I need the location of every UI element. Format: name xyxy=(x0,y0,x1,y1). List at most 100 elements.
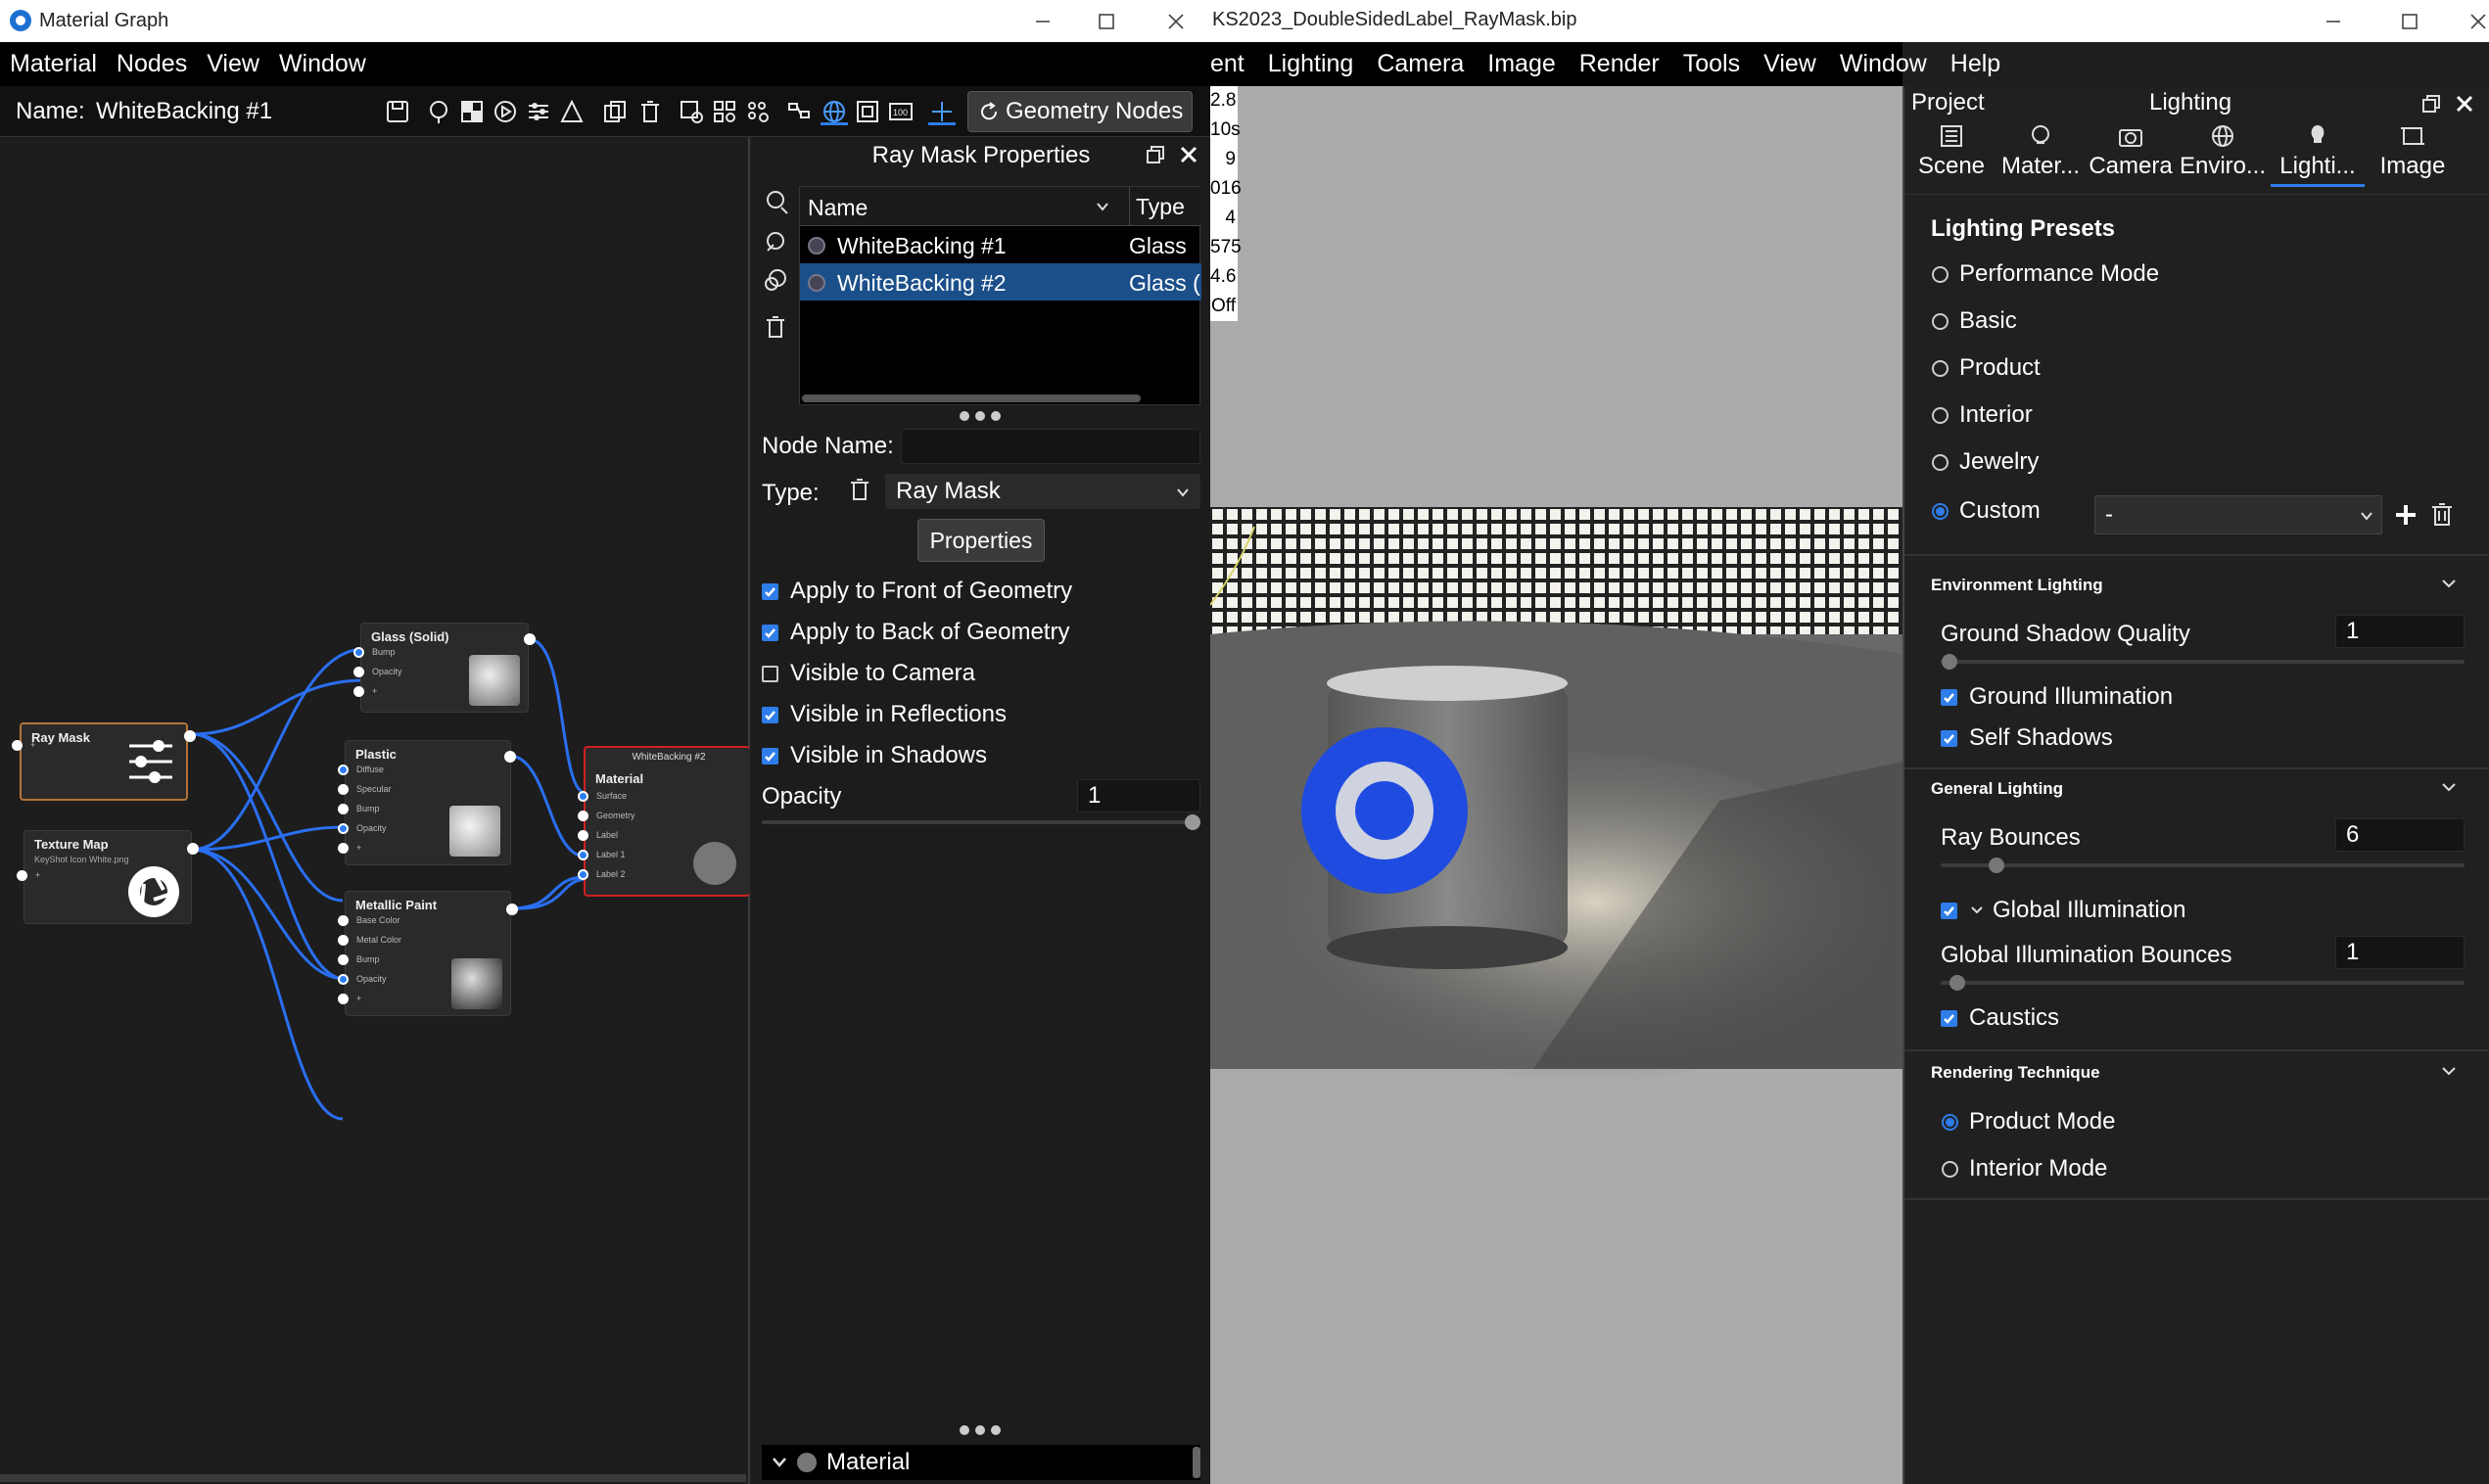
global-illumination-checkbox[interactable]: Global Illumination xyxy=(1941,897,2185,924)
connect-icon[interactable] xyxy=(928,98,956,125)
project-label[interactable]: Project xyxy=(1911,89,1985,116)
menu-help[interactable]: Help xyxy=(1939,50,2012,78)
delete-icon[interactable] xyxy=(762,313,789,341)
node-output-port[interactable] xyxy=(187,843,199,855)
visible-camera-checkbox[interactable]: Visible to Camera xyxy=(762,660,975,687)
preset-jewelry[interactable]: Jewelry xyxy=(1932,448,2039,476)
mg-menu-window[interactable]: Window xyxy=(269,50,376,78)
node-output-port[interactable] xyxy=(184,730,196,742)
material-icon[interactable] xyxy=(425,98,452,125)
node-port[interactable]: Metal Color xyxy=(338,933,401,947)
node-port[interactable]: Surface xyxy=(578,789,627,803)
menu-environment[interactable]: ent xyxy=(1210,50,1256,78)
tab-material[interactable]: Mater... xyxy=(1996,123,2085,180)
mg-menu-view[interactable]: View xyxy=(197,50,269,78)
chevron-down-icon[interactable] xyxy=(1969,903,1985,918)
delete-icon[interactable] xyxy=(2429,501,2455,529)
chevron-down-icon[interactable] xyxy=(1096,201,1109,212)
preset-custom[interactable]: Custom xyxy=(1932,497,2041,525)
main-minimize-button[interactable] xyxy=(2299,0,2368,42)
link-material-icon[interactable] xyxy=(762,227,789,255)
column-header-name[interactable]: Name xyxy=(808,195,868,221)
node-graph-canvas[interactable]: Ray Mask + Texture Map KeyShot Icon Whit… xyxy=(0,137,750,1484)
gi-bounces-slider[interactable] xyxy=(1941,981,2465,985)
node-port[interactable]: Label 2 xyxy=(578,867,626,881)
self-shadows-checkbox[interactable]: Self Shadows xyxy=(1941,724,2113,752)
node-pattern-icon[interactable] xyxy=(744,98,772,125)
node-plastic[interactable]: Plastic Diffuse Specular Bump Opacity + xyxy=(338,740,516,865)
node-port[interactable]: + xyxy=(353,684,377,698)
horizontal-scrollbar[interactable] xyxy=(0,1474,746,1482)
splitter-handle[interactable] xyxy=(960,1425,1009,1439)
node-settings-icon[interactable] xyxy=(678,98,705,125)
node-port[interactable]: Bump xyxy=(353,645,396,659)
mg-maximize-button[interactable] xyxy=(1072,0,1141,42)
ray-bounces-slider-handle[interactable] xyxy=(1989,858,2004,873)
mg-minimize-button[interactable] xyxy=(1009,0,1077,42)
close-icon[interactable] xyxy=(1179,145,1198,164)
node-port[interactable]: + xyxy=(12,738,35,752)
add-material-icon[interactable] xyxy=(762,188,789,215)
node-port[interactable]: Specular xyxy=(338,782,392,796)
material-name-value[interactable]: WhiteBacking #1 xyxy=(96,98,272,125)
ground-shadow-quality-input[interactable]: 1 xyxy=(2335,615,2465,648)
preset-interior[interactable]: Interior xyxy=(1932,401,2033,429)
panel-scrollbar[interactable] xyxy=(1193,1447,1200,1478)
actual-size-icon[interactable]: 100 xyxy=(887,98,915,125)
node-port[interactable]: Diffuse xyxy=(338,763,384,776)
menu-image[interactable]: Image xyxy=(1476,50,1567,78)
node-port[interactable]: Opacity xyxy=(338,972,387,986)
properties-button[interactable]: Properties xyxy=(917,519,1045,562)
product-mode-radio[interactable]: Product Mode xyxy=(1942,1108,2115,1136)
save-icon[interactable] xyxy=(384,98,411,125)
chevron-down-icon[interactable] xyxy=(2441,1063,2457,1084)
section-title[interactable]: Rendering Technique xyxy=(1931,1063,2100,1083)
tab-image[interactable]: Image xyxy=(2369,123,2457,180)
opacity-slider-handle[interactable] xyxy=(1185,814,1200,830)
preset-performance-mode[interactable]: Performance Mode xyxy=(1932,260,2159,288)
node-port[interactable]: Opacity xyxy=(353,665,402,678)
node-grid-icon[interactable] xyxy=(711,98,738,125)
main-close-button[interactable] xyxy=(2444,0,2489,42)
tab-camera[interactable]: Camera xyxy=(2087,123,2175,180)
column-header-type[interactable]: Type xyxy=(1129,187,1185,226)
menu-tools[interactable]: Tools xyxy=(1671,50,1752,78)
node-port[interactable]: Label xyxy=(578,828,618,842)
node-port[interactable]: Bump xyxy=(338,952,380,966)
float-panel-icon[interactable] xyxy=(2421,94,2441,114)
interior-mode-radio[interactable]: Interior Mode xyxy=(1942,1155,2107,1183)
geometry-nodes-button[interactable]: Geometry Nodes xyxy=(967,91,1193,132)
list-scrollbar[interactable] xyxy=(802,394,1141,402)
close-icon[interactable] xyxy=(2455,94,2474,114)
section-title[interactable]: General Lighting xyxy=(1931,779,2063,799)
mg-menu-nodes[interactable]: Nodes xyxy=(107,50,197,78)
duplicate-icon[interactable] xyxy=(601,98,629,125)
menu-view[interactable]: View xyxy=(1752,50,1828,78)
node-glass-solid[interactable]: Glass (Solid) Bump Opacity + xyxy=(353,623,536,713)
menu-camera[interactable]: Camera xyxy=(1365,50,1476,78)
ground-illumination-checkbox[interactable]: Ground Illumination xyxy=(1941,683,2173,711)
node-texture-map[interactable]: Texture Map KeyShot Icon White.png + xyxy=(17,830,199,924)
caustics-checkbox[interactable]: Caustics xyxy=(1941,1004,2059,1032)
type-select[interactable]: Ray Mask xyxy=(885,474,1200,509)
ground-shadow-quality-slider[interactable] xyxy=(1941,660,2465,664)
apply-back-checkbox[interactable]: Apply to Back of Geometry xyxy=(762,619,1069,646)
menu-window[interactable]: Window xyxy=(1828,50,1939,78)
node-output-port[interactable] xyxy=(506,904,518,915)
menu-render[interactable]: Render xyxy=(1568,50,1671,78)
node-output-port[interactable] xyxy=(504,751,516,763)
globe-icon[interactable] xyxy=(821,98,848,125)
adjust-icon[interactable] xyxy=(525,98,552,125)
ray-bounces-input[interactable]: 6 xyxy=(2335,818,2465,852)
node-metallic-paint[interactable]: Metallic Paint Base Color Metal Color Bu… xyxy=(338,891,518,1016)
geometry-icon[interactable] xyxy=(558,98,586,125)
node-name-input[interactable] xyxy=(901,429,1200,464)
render-viewport[interactable]: 2.8 10s 9 016 4 575 4.6 Off xyxy=(1209,86,1902,1484)
ray-bounces-slider[interactable] xyxy=(1941,863,2465,867)
node-port[interactable]: Label 1 xyxy=(578,848,626,861)
gi-bounces-slider-handle[interactable] xyxy=(1949,975,1965,991)
add-preset-icon[interactable] xyxy=(2394,503,2418,527)
preset-product[interactable]: Product xyxy=(1932,354,2041,382)
node-port[interactable]: + xyxy=(338,992,361,1005)
custom-preset-select[interactable]: - xyxy=(2094,495,2382,534)
